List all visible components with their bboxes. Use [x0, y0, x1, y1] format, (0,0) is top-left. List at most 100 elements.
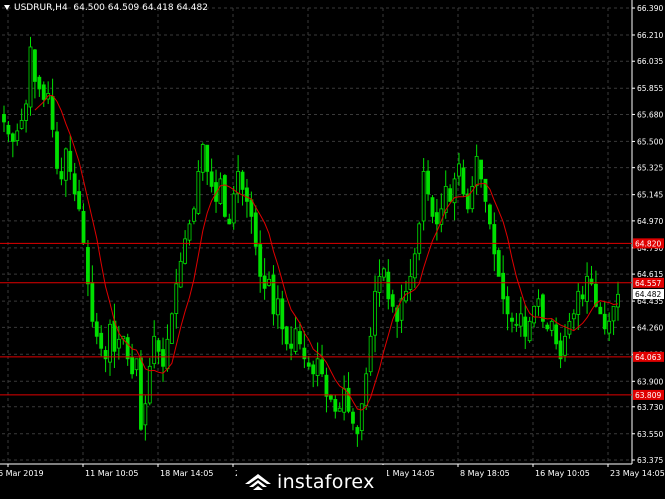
candle-body: [487, 204, 492, 225]
level-price-label: 64.557: [635, 279, 661, 288]
candle-body: [161, 349, 165, 367]
candle-body: [523, 316, 528, 337]
time-tick-label: 18 Mar 14:05: [160, 469, 213, 478]
candle-body: [293, 328, 298, 352]
time-tick-label: 1 May 14:05: [385, 469, 435, 478]
time-tick-label: 16 May 10:05: [535, 469, 590, 478]
candle-body: [253, 212, 258, 247]
candle-body: [364, 373, 369, 407]
candle-body: [81, 210, 86, 244]
candle-body: [501, 272, 506, 300]
candle-body: [284, 326, 289, 345]
candle-body: [342, 388, 347, 413]
dropdown-triangle-icon[interactable]: [4, 5, 10, 10]
current-price-label: 64.482: [635, 290, 661, 299]
price-tick-label: 64.615: [637, 270, 663, 279]
candle-body: [563, 335, 567, 356]
candle-body: [222, 175, 227, 217]
candle-body: [41, 84, 46, 100]
candle-body: [576, 290, 581, 315]
symbol-label: USDRUR,H4: [14, 3, 68, 13]
candle-body: [280, 298, 285, 330]
candle-body: [134, 358, 139, 371]
candle-body: [545, 324, 550, 330]
price-tick-label: 65.145: [637, 191, 663, 200]
price-tick-label: 66.035: [637, 57, 663, 66]
candle-body: [192, 208, 196, 222]
candle-body: [315, 358, 320, 376]
price-tick-label: 64.970: [637, 217, 663, 226]
price-tick-label: 65.680: [637, 110, 663, 119]
chart-window: 66.390 66.210 66.035 65.855 65.680 65.500 65.3…: [0, 0, 665, 499]
price-tick-label: 66.390: [637, 4, 663, 13]
candle-body: [245, 187, 249, 202]
candle-body: [94, 321, 99, 337]
candle-body: [19, 120, 24, 129]
time-tick-label: 23 May 14:05: [610, 469, 665, 478]
instaforex-watermark: instaforex: [243, 468, 375, 496]
chart-header: USDRUR,H4 64.500 64.509 64.418 64.482: [4, 3, 208, 13]
level-price-label: 63.809: [635, 391, 661, 400]
candle-body: [421, 171, 426, 222]
candle-body: [377, 275, 382, 293]
price-tick-label: 63.900: [637, 377, 663, 386]
candle-body: [567, 320, 572, 335]
candle-body: [196, 171, 201, 214]
candle-body: [359, 403, 364, 432]
candle-body: [496, 250, 501, 277]
candle-body: [492, 224, 497, 255]
candle-body: [103, 350, 108, 360]
candle-body: [426, 170, 430, 195]
candle-body: [536, 298, 541, 307]
ohlc-readout: 64.500 64.509 64.418 64.482: [73, 3, 208, 13]
candle-body: [15, 130, 20, 142]
price-tick-label: 63.375: [637, 456, 663, 465]
candle-body: [2, 114, 6, 123]
candle-body: [152, 335, 157, 365]
candle-body: [328, 395, 333, 400]
candle-body: [50, 96, 55, 130]
candle-body: [156, 340, 161, 352]
candle-body: [434, 212, 439, 225]
candle-body: [59, 171, 64, 180]
candle-body: [86, 247, 90, 285]
candle-body: [6, 124, 11, 135]
candle-body: [417, 223, 422, 254]
time-tick-label: 8 May 18:05: [460, 469, 510, 478]
candle-body: [549, 320, 554, 331]
candle-body: [205, 144, 210, 172]
price-tick-label: 63.730: [637, 403, 663, 412]
candle-body: [165, 338, 170, 370]
instaforex-logo-icon: [245, 474, 271, 490]
candle-body: [510, 317, 514, 322]
candle-body: [143, 403, 148, 426]
candle-body: [505, 296, 510, 315]
candle-body: [412, 253, 417, 279]
candle-body: [99, 332, 104, 349]
candle-body: [381, 268, 386, 278]
candle-body: [514, 323, 519, 326]
candle-body: [527, 320, 532, 342]
level-price-label: 64.063: [635, 353, 661, 362]
candle-body: [289, 343, 294, 349]
watermark-brand-text: instaforex: [277, 471, 375, 493]
candle-body: [337, 407, 342, 412]
price-tick-label: 64.260: [637, 323, 663, 332]
price-tick-label: 65.855: [637, 84, 663, 93]
price-chart[interactable]: 66.390 66.210 66.035 65.855 65.680 65.500 65.3…: [0, 0, 665, 499]
candle-body: [607, 320, 612, 334]
candle-body: [355, 427, 360, 435]
candle-body: [72, 173, 77, 195]
candle-body: [479, 159, 483, 180]
candle-body: [448, 188, 453, 202]
candle-body: [368, 335, 373, 373]
candle-body: [90, 282, 95, 322]
candle-body: [139, 357, 143, 430]
candle-body: [306, 362, 311, 367]
candle-body: [271, 274, 276, 315]
level-price-label: 64.820: [635, 239, 661, 248]
candle-body: [430, 197, 435, 217]
candle-body: [386, 271, 391, 300]
candle-body: [174, 283, 179, 314]
time-tick-label: 11 Mar 10:05: [85, 469, 138, 478]
